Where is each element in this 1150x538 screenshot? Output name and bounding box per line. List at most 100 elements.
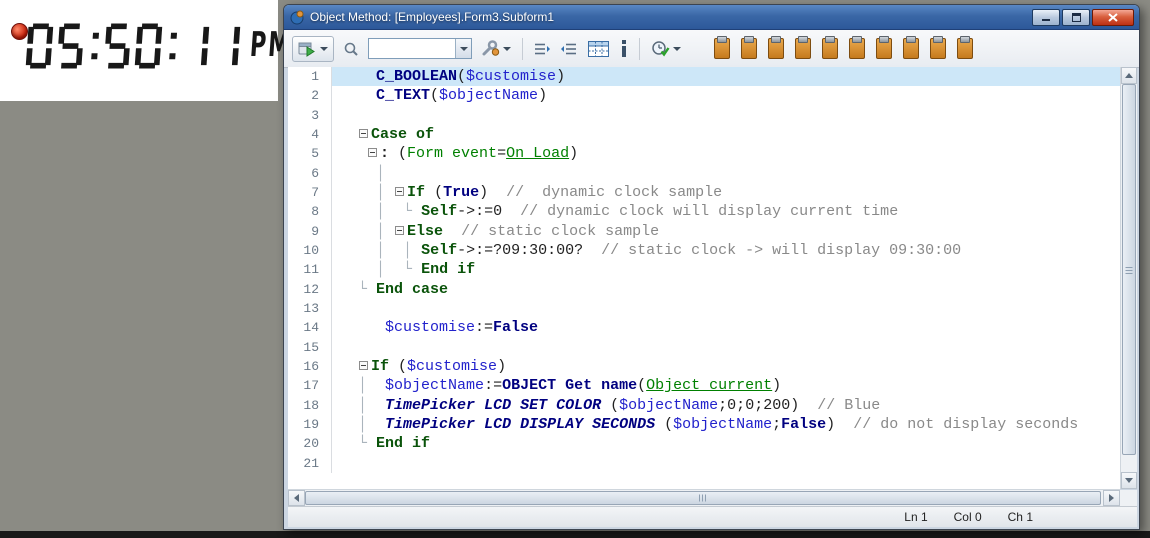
code-line-text[interactable]: └ End case <box>332 280 1120 299</box>
line-number[interactable]: 2 <box>288 86 332 105</box>
fold-marker-icon[interactable] <box>368 148 377 157</box>
line-number[interactable]: 4 <box>288 125 332 144</box>
clipboard-1-icon[interactable] <box>714 38 730 59</box>
titlebar[interactable]: Object Method: [Employees].Form3.Subform… <box>284 5 1139 30</box>
code-line-text[interactable]: │ └ Self->:=0 // dynamic clock will disp… <box>332 202 1120 221</box>
line-number[interactable]: 1 <box>288 67 332 86</box>
code-line[interactable]: 2 C_TEXT($objectName) <box>288 86 1120 105</box>
code-line-text[interactable] <box>332 106 1120 125</box>
line-number[interactable]: 7 <box>288 183 332 202</box>
code-line[interactable]: 9 │ Else // static clock sample <box>288 222 1120 241</box>
line-number[interactable]: 16 <box>288 357 332 376</box>
table-preview-button[interactable] <box>586 37 611 61</box>
code-line-text[interactable]: │ <box>332 164 1120 183</box>
macros-button[interactable] <box>649 37 683 61</box>
collapse-lines-button[interactable] <box>532 37 552 61</box>
horizontal-scrollbar[interactable] <box>288 489 1120 506</box>
fold-marker-icon[interactable] <box>359 361 368 370</box>
line-number[interactable]: 10 <box>288 241 332 260</box>
code-line-text[interactable]: │ │ Self->:=?09:30:00? // static clock -… <box>332 241 1120 260</box>
scroll-right-button[interactable] <box>1103 490 1120 506</box>
line-number[interactable]: 14 <box>288 318 332 337</box>
code-line[interactable]: 8 │ └ Self->:=0 // dynamic clock will di… <box>288 202 1120 221</box>
clipboard-10-icon[interactable] <box>957 38 973 59</box>
code-line-text[interactable]: $customise:=False <box>332 318 1120 337</box>
clipboard-3-icon[interactable] <box>768 38 784 59</box>
code-line[interactable]: 1 C_BOOLEAN($customise) <box>288 67 1120 86</box>
fold-marker-icon[interactable] <box>395 187 404 196</box>
code-line[interactable]: 10 │ │ Self->:=?09:30:00? // static cloc… <box>288 241 1120 260</box>
code-line[interactable]: 3 <box>288 106 1120 125</box>
line-number[interactable]: 11 <box>288 260 332 279</box>
line-number[interactable]: 8 <box>288 202 332 221</box>
code-line[interactable]: 12 └ End case <box>288 280 1120 299</box>
line-number[interactable]: 9 <box>288 222 332 241</box>
code-line-text[interactable]: C_BOOLEAN($customise) <box>332 67 1120 86</box>
clipboard-9-icon[interactable] <box>930 38 946 59</box>
scroll-down-button[interactable] <box>1121 472 1137 489</box>
execute-method-button[interactable] <box>292 36 334 62</box>
line-number[interactable]: 6 <box>288 164 332 183</box>
code-line[interactable]: 16 If ($customise) <box>288 357 1120 376</box>
code-line[interactable]: 17 │ $objectName:=OBJECT Get name(Object… <box>288 376 1120 395</box>
expand-lines-button[interactable] <box>559 37 579 61</box>
information-button[interactable] <box>618 37 630 61</box>
code-line[interactable]: 15 <box>288 338 1120 357</box>
scroll-up-button[interactable] <box>1121 67 1137 84</box>
code-line[interactable]: 6 │ <box>288 164 1120 183</box>
code-line-text[interactable]: └ End if <box>332 434 1120 453</box>
code-line-text[interactable]: │ Else // static clock sample <box>332 222 1120 241</box>
code-line[interactable]: 18 │ TimePicker LCD SET COLOR ($objectNa… <box>288 396 1120 415</box>
line-number[interactable]: 15 <box>288 338 332 357</box>
clipboard-8-icon[interactable] <box>903 38 919 59</box>
code-line[interactable]: 7 │ If (True) // dynamic clock sample <box>288 183 1120 202</box>
code-line[interactable]: 14 $customise:=False <box>288 318 1120 337</box>
code-line[interactable]: 5 : (Form event=On Load) <box>288 144 1120 163</box>
code-line[interactable]: 11 │ └ End if <box>288 260 1120 279</box>
clipboard-7-icon[interactable] <box>876 38 892 59</box>
search-combobox-input[interactable] <box>369 39 455 58</box>
code-line-text[interactable]: : (Form event=On Load) <box>332 144 1120 163</box>
line-number[interactable]: 13 <box>288 299 332 318</box>
code-line-text[interactable]: │ └ End if <box>332 260 1120 279</box>
code-line-text[interactable]: │ $objectName:=OBJECT Get name(Object cu… <box>332 376 1120 395</box>
line-number[interactable]: 3 <box>288 106 332 125</box>
vertical-scrollbar[interactable] <box>1120 67 1137 489</box>
line-number[interactable]: 19 <box>288 415 332 434</box>
scroll-left-button[interactable] <box>288 490 305 506</box>
minimize-button[interactable] <box>1032 9 1060 26</box>
code-line-text[interactable]: │ If (True) // dynamic clock sample <box>332 183 1120 202</box>
vertical-scroll-thumb[interactable] <box>1122 84 1136 455</box>
line-number[interactable]: 18 <box>288 396 332 415</box>
horizontal-scroll-thumb[interactable] <box>305 491 1101 505</box>
code-line-text[interactable]: │ TimePicker LCD SET COLOR ($objectName;… <box>332 396 1120 415</box>
line-number[interactable]: 20 <box>288 434 332 453</box>
line-number[interactable]: 17 <box>288 376 332 395</box>
maximize-button[interactable] <box>1062 9 1090 26</box>
code-line-text[interactable]: Case of <box>332 125 1120 144</box>
code-line-text[interactable] <box>332 338 1120 357</box>
clipboard-2-icon[interactable] <box>741 38 757 59</box>
clipboard-4-icon[interactable] <box>795 38 811 59</box>
fold-marker-icon[interactable] <box>395 226 404 235</box>
method-properties-button[interactable] <box>479 37 513 61</box>
clipboard-5-icon[interactable] <box>822 38 838 59</box>
line-number[interactable]: 5 <box>288 144 332 163</box>
line-number[interactable]: 12 <box>288 280 332 299</box>
search-combobox-dropdown-button[interactable] <box>455 39 471 58</box>
close-button[interactable] <box>1092 9 1134 26</box>
code-line[interactable]: 19 │ TimePicker LCD DISPLAY SECONDS ($ob… <box>288 415 1120 434</box>
code-line[interactable]: 13 <box>288 299 1120 318</box>
code-line[interactable]: 21 <box>288 454 1120 473</box>
code-line[interactable]: 20 └ End if <box>288 434 1120 453</box>
code-editor[interactable]: 1 C_BOOLEAN($customise)2 C_TEXT($objectN… <box>288 67 1137 489</box>
code-line-text[interactable]: C_TEXT($objectName) <box>332 86 1120 105</box>
fold-marker-icon[interactable] <box>359 129 368 138</box>
code-line-text[interactable] <box>332 299 1120 318</box>
code-line-text[interactable]: │ TimePicker LCD DISPLAY SECONDS ($objec… <box>332 415 1120 434</box>
line-number[interactable]: 21 <box>288 454 332 473</box>
code-line-text[interactable] <box>332 454 1120 473</box>
clipboard-6-icon[interactable] <box>849 38 865 59</box>
code-line[interactable]: 4 Case of <box>288 125 1120 144</box>
code-line-text[interactable]: If ($customise) <box>332 357 1120 376</box>
